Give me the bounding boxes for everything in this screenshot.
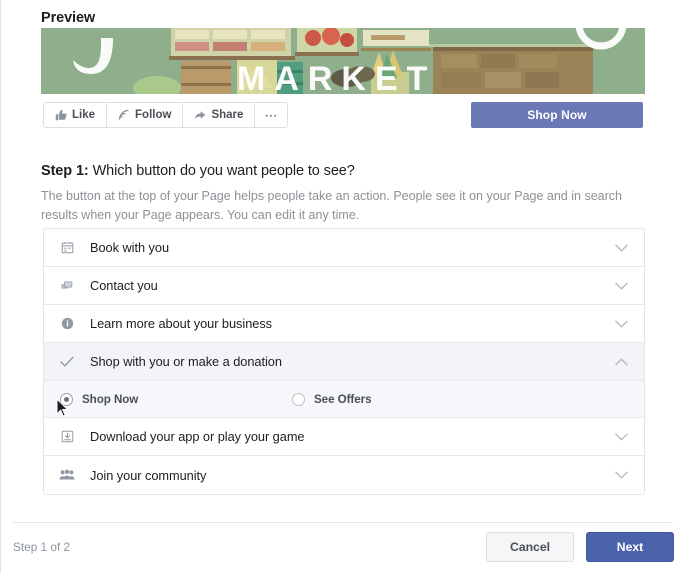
chevron-down-icon[interactable] [615,244,628,252]
download-icon [58,430,76,443]
next-button[interactable]: Next [586,532,674,562]
page-root: Preview [0,0,684,573]
step-heading: Step 1: Which button do you want people … [41,163,355,179]
accordion-row-label: Download your app or play your game [90,429,305,444]
radio-option-label: See Offers [314,393,372,406]
chevron-down-icon[interactable] [615,282,628,290]
chevron-down-icon[interactable] [615,433,628,441]
accordion-row-label: Join your community [90,468,206,483]
radio-indicator-selected[interactable] [60,393,73,406]
step-label: Step 1: [41,163,89,179]
page-cover-photo: MARKET [41,28,645,94]
accordion-row-label: Contact you [90,278,158,293]
preview-cta-button[interactable]: Shop Now [471,102,643,128]
cover-illustration: MARKET [41,28,645,94]
step-question: Which button do you want people to see? [93,163,355,179]
step-counter: Step 1 of 2 [13,540,70,554]
share-button-label: Share [211,109,243,121]
share-button[interactable]: Share [183,103,255,127]
info-circle-icon [58,317,76,330]
accordion-row-label: Book with you [90,240,169,255]
step-description: The button at the top of your Page helps… [41,187,629,226]
chevron-down-icon[interactable] [615,471,628,479]
svg-text:MARKET: MARKET [237,60,436,94]
chat-bubble-icon [58,279,76,292]
chevron-down-icon[interactable] [615,320,628,328]
share-arrow-icon [194,109,206,121]
footer-divider [13,522,673,523]
accordion-row-contact-you[interactable]: Contact you [44,267,644,305]
button-category-accordion: Book with you Contact you Learn more abo… [43,228,645,495]
accordion-expanded-options: Shop Now See Offers [44,381,644,418]
cancel-button[interactable]: Cancel [486,532,574,562]
accordion-row-shop-with-you[interactable]: Shop with you or make a donation [44,343,644,381]
accordion-row-learn-more[interactable]: Learn more about your business [44,305,644,343]
radio-option-shop-now[interactable]: Shop Now [60,393,292,406]
more-options-icon: ⋯ [264,109,278,122]
accordion-row-join-community[interactable]: Join your community [44,456,644,494]
radio-option-label: Shop Now [82,393,138,406]
accordion-row-label: Shop with you or make a donation [90,354,282,369]
people-group-icon [58,469,76,481]
page-action-button-group: Like Follow Share ⋯ [43,102,288,128]
page-title: Preview [41,10,95,26]
accordion-row-book-with-you[interactable]: Book with you [44,229,644,267]
preview-cta-label: Shop Now [527,108,586,122]
calendar-icon [58,241,76,254]
footer-buttons: Cancel Next [486,532,674,562]
radio-indicator[interactable] [292,393,305,406]
radio-option-see-offers[interactable]: See Offers [292,393,372,406]
follow-button-label: Follow [135,109,171,121]
cancel-button-label: Cancel [510,540,550,554]
like-button[interactable]: Like [44,103,107,127]
accordion-row-download-app[interactable]: Download your app or play your game [44,418,644,456]
chevron-up-icon[interactable] [615,358,628,366]
rss-follow-icon [118,109,130,121]
like-button-label: Like [72,109,95,121]
follow-button[interactable]: Follow [107,103,183,127]
more-options-button[interactable]: ⋯ [255,103,287,127]
next-button-label: Next [617,540,643,554]
check-icon [58,356,76,368]
page-action-row: Like Follow Share ⋯ Shop Now [41,102,645,130]
thumbs-up-icon [55,109,67,121]
accordion-row-label: Learn more about your business [90,316,272,331]
